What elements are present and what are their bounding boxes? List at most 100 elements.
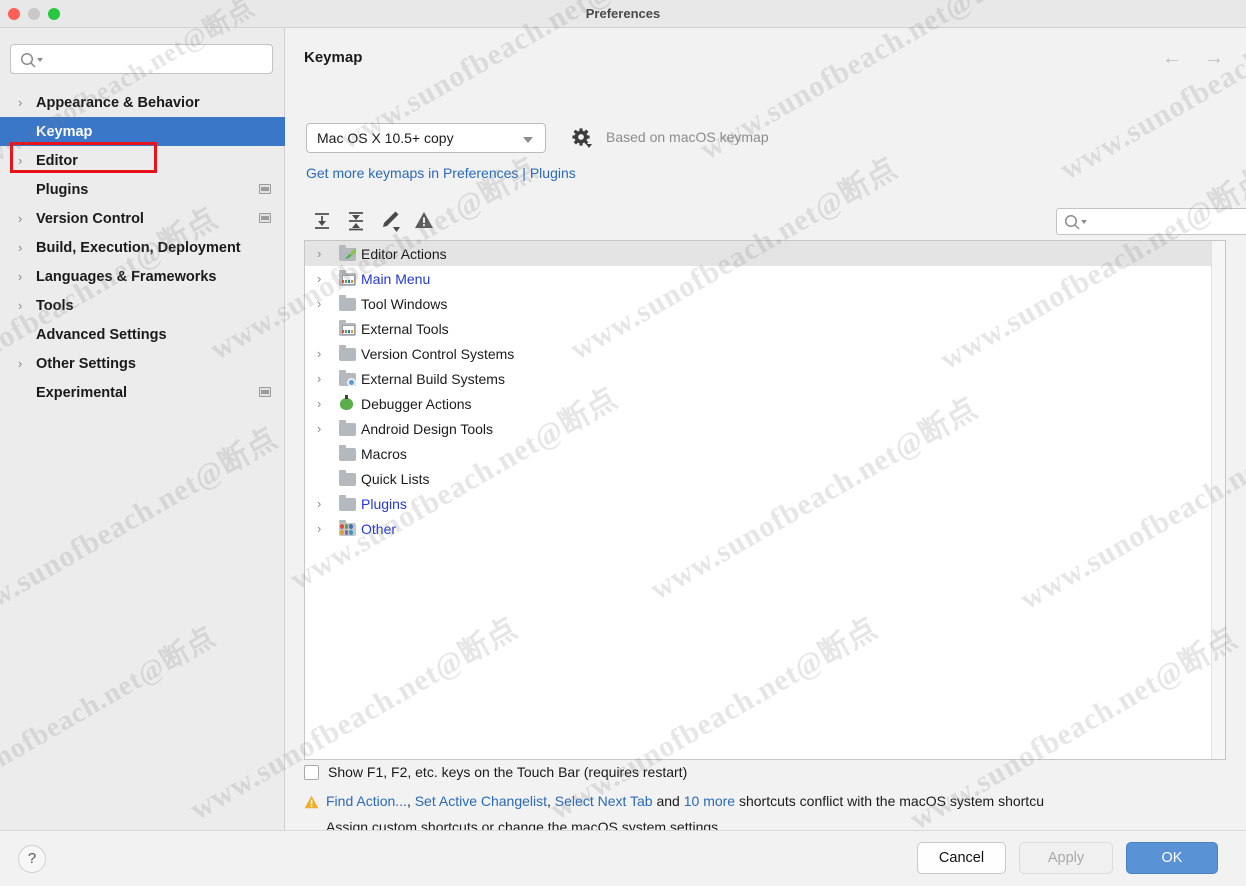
chevron-right-icon[interactable]: ›: [18, 299, 36, 312]
chevron-right-icon[interactable]: ›: [315, 347, 337, 360]
set-active-changelist-link[interactable]: Set Active Changelist: [415, 793, 547, 809]
main-menu-icon: [337, 269, 361, 287]
search-icon: [1064, 214, 1090, 230]
tree-row-label: Debugger Actions: [361, 395, 472, 412]
chevron-right-icon[interactable]: ›: [315, 397, 337, 410]
chevron-right-icon[interactable]: ›: [315, 522, 337, 535]
page-title: Keymap: [304, 49, 363, 66]
chevron-right-icon[interactable]: ›: [18, 154, 36, 167]
sidebar-item-plugins[interactable]: ›Plugins: [0, 175, 285, 204]
tree-row[interactable]: › Android Design Tools: [305, 416, 1225, 441]
settings-sidebar: ›Appearance & Behavior›Keymap›Editor›Plu…: [0, 28, 285, 830]
sidebar-item-label: Version Control: [36, 210, 144, 227]
tree-row[interactable]: › Plugins: [305, 491, 1225, 516]
tree-row[interactable]: › Other: [305, 516, 1225, 541]
sidebar-search-input[interactable]: [10, 44, 273, 74]
collapse-all-icon[interactable]: [342, 206, 370, 234]
select-next-tab-link[interactable]: Select Next Tab: [555, 793, 653, 809]
keymap-search-input[interactable]: [1056, 208, 1246, 235]
chevron-right-icon[interactable]: ›: [315, 372, 337, 385]
sidebar-item-advanced-settings[interactable]: ›Advanced Settings: [0, 320, 285, 349]
chevron-right-icon[interactable]: ›: [315, 297, 337, 310]
sidebar-item-other-settings[interactable]: › Other Settings: [0, 349, 285, 378]
sidebar-item-editor[interactable]: › Editor: [0, 146, 285, 175]
conflict-tail-text: shortcuts conflict with the macOS system…: [735, 793, 1044, 809]
conflict-sep-1: ,: [406, 793, 415, 809]
touchbar-checkbox[interactable]: [304, 764, 319, 780]
chevron-right-icon[interactable]: ›: [315, 422, 337, 435]
chevron-right-icon[interactable]: ›: [315, 247, 337, 260]
sidebar-item-version-control[interactable]: › Version Control: [0, 204, 285, 233]
tree-row-label: Other: [361, 520, 397, 537]
conflict-text-line-1: Find Action..., Set Active Changelist, S…: [326, 791, 1246, 811]
cancel-button[interactable]: Cancel: [917, 842, 1006, 874]
sidebar-item-label: Tools: [36, 297, 74, 314]
chevron-down-icon: [523, 137, 533, 143]
tree-row[interactable]: › Version Control Systems: [305, 341, 1225, 366]
find-action-link[interactable]: Find Action...: [326, 793, 407, 809]
chevron-right-icon[interactable]: ›: [315, 497, 337, 510]
chevron-right-icon[interactable]: ›: [18, 357, 36, 370]
tree-row-label: Tool Windows: [361, 295, 448, 312]
warning-triangle-icon[interactable]: [410, 206, 438, 234]
touchbar-option-row[interactable]: Show F1, F2, etc. keys on the Touch Bar …: [304, 764, 687, 780]
help-button[interactable]: ?: [18, 845, 46, 873]
tree-row[interactable]: › Tool Windows: [305, 291, 1225, 316]
other-grid-icon: [337, 519, 361, 537]
conflict-sep-2: ,: [547, 793, 555, 809]
keymap-tree-rows: ›Editor Actions›Main Menu›Tool Windows›E…: [305, 241, 1225, 541]
tree-row-label: Quick Lists: [361, 470, 430, 487]
chevron-right-icon[interactable]: ›: [315, 272, 337, 285]
sidebar-item-tools[interactable]: › Tools: [0, 291, 285, 320]
tree-row[interactable]: › Editor Actions: [305, 241, 1225, 266]
window-title: Preferences: [585, 6, 661, 21]
tree-row[interactable]: › Debugger Actions: [305, 391, 1225, 416]
sidebar-item-build-execution-deployment[interactable]: › Build, Execution, Deployment: [0, 233, 285, 262]
chevron-right-icon[interactable]: ›: [18, 96, 36, 109]
chevron-right-icon[interactable]: ›: [18, 241, 36, 254]
conflict-sep-3: and: [652, 793, 684, 809]
gear-icon[interactable]: [570, 126, 594, 150]
folder-icon: [337, 444, 361, 462]
tree-row-label: Version Control Systems: [361, 345, 515, 362]
ten-more-link[interactable]: 10 more: [684, 793, 735, 809]
ok-button[interactable]: OK: [1126, 842, 1218, 874]
tree-row-label: External Tools: [361, 320, 449, 337]
warning-triangle-icon: [304, 795, 319, 809]
sidebar-item-appearance-behavior[interactable]: › Appearance & Behavior: [0, 88, 285, 117]
tree-row[interactable]: ›External Tools: [305, 316, 1225, 341]
expand-all-icon[interactable]: [308, 206, 336, 234]
keymap-toolbar: [304, 206, 1246, 238]
sidebar-item-label: Experimental: [36, 384, 128, 401]
tree-row[interactable]: › External Build Systems: [305, 366, 1225, 391]
tree-row[interactable]: ›Macros: [305, 441, 1225, 466]
keymap-dropdown-value: Mac OS X 10.5+ copy: [317, 130, 454, 146]
keymap-dropdown[interactable]: Mac OS X 10.5+ copy: [306, 123, 546, 153]
window-titlebar: Preferences: [0, 0, 1246, 28]
keymap-tree[interactable]: ›Editor Actions›Main Menu›Tool Windows›E…: [304, 240, 1226, 760]
forward-arrow-icon[interactable]: →: [1204, 48, 1224, 68]
chevron-right-icon[interactable]: ›: [18, 212, 36, 225]
edit-pencil-icon[interactable]: [376, 206, 404, 234]
folder-icon: [337, 419, 361, 437]
tree-row[interactable]: › Main Menu: [305, 266, 1225, 291]
back-arrow-icon[interactable]: ←: [1162, 48, 1182, 68]
sidebar-item-experimental[interactable]: ›Experimental: [0, 378, 285, 407]
tree-row-label: External Build Systems: [361, 370, 505, 387]
apply-button[interactable]: Apply: [1019, 842, 1113, 874]
sidebar-item-label: Plugins: [36, 181, 89, 198]
sidebar-item-languages-frameworks[interactable]: › Languages & Frameworks: [0, 262, 285, 291]
sidebar-item-keymap[interactable]: ›Keymap: [0, 117, 285, 146]
project-scope-badge-icon: [259, 387, 271, 397]
chevron-right-icon[interactable]: ›: [18, 270, 36, 283]
sidebar-item-label: Other Settings: [36, 355, 136, 372]
tree-row[interactable]: ›Quick Lists: [305, 466, 1225, 491]
project-scope-badge-icon: [259, 213, 271, 223]
folder-icon: [337, 469, 361, 487]
tree-scrollbar[interactable]: [1211, 241, 1225, 759]
dialog-footer: ? Cancel Apply OK: [0, 830, 1246, 886]
get-more-keymaps-link[interactable]: Get more keymaps in Preferences | Plugin…: [306, 165, 576, 181]
tree-row-label: Macros: [361, 445, 407, 462]
project-scope-badge-icon: [259, 184, 271, 194]
folder-icon: [337, 494, 361, 512]
